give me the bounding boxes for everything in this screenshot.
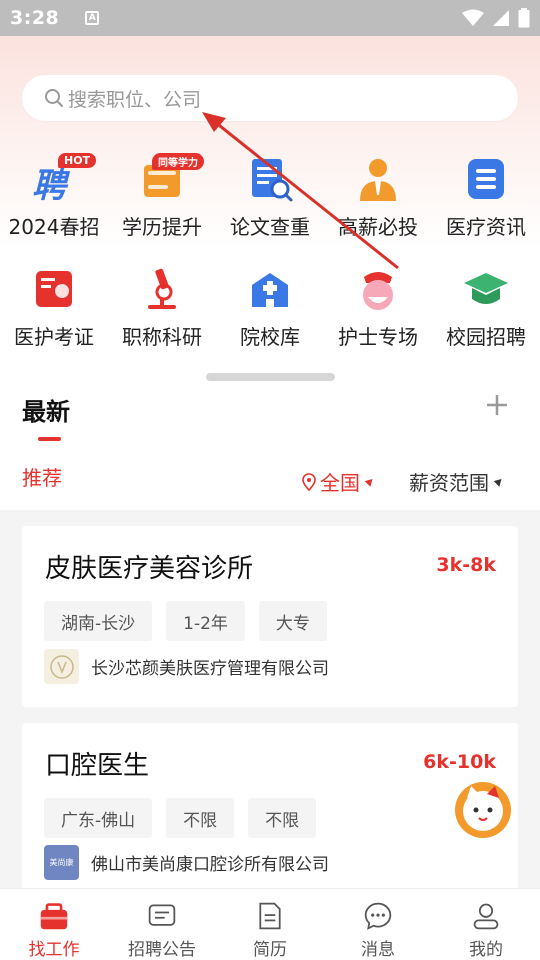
search-bar[interactable]: 搜索职位、公司 [22,75,518,121]
job-tag: 广东-佛山 [44,798,153,838]
svg-text:聘: 聘 [32,166,71,203]
job-tag: 不限 [248,798,317,838]
resume-icon [259,902,281,930]
grid-label: 医疗资讯 [446,215,526,239]
message-icon [364,902,392,930]
battery-icon [518,8,530,28]
nurse-icon [363,272,393,310]
nav-label: 消息 [361,940,395,960]
job-tag: 湖南-长沙 [44,601,153,641]
hot-badge: HOT [58,153,97,168]
company-row: 长沙芯颜美肤医疗管理有限公司 [44,649,329,684]
tab-latest[interactable]: 最新 [22,392,70,427]
grid-item-medical-news[interactable]: 医疗资讯 [432,155,540,240]
status-time: 3:28 [10,7,60,29]
grid-label: 校园招聘 [446,325,526,349]
quick-grid-row1: 聘 HOT 2024春招 同等学力 学历提升 论文查重 高薪必投 医疗资讯 [0,153,540,240]
filter-salary[interactable]: 薪资范围 [409,467,505,496]
nav-label: 我的 [469,940,503,960]
company-row: 美尚康 佛山市美尚康口腔诊所有限公司 [44,845,329,880]
grid-item-paper-check[interactable]: 论文查重 [216,155,324,240]
company-name: 佛山市美尚康口腔诊所有限公司 [91,855,329,875]
company-logo-icon [49,654,74,679]
high-salary-person-icon [360,159,396,201]
nav-messages[interactable]: 消息 [324,889,432,960]
grid-label: 2024春招 [8,215,100,239]
nav-label: 简历 [253,940,287,960]
nav-profile[interactable]: 我的 [432,889,540,960]
briefcase-icon [40,903,68,930]
grid-label: 职称科研 [122,325,202,349]
tab-underline [38,437,61,441]
grid-label: 学历提升 [122,215,202,239]
job-salary: 3k-8k [436,554,496,576]
graduation-cap-icon [464,273,508,304]
grid-label: 院校库 [240,325,300,349]
dropdown-triangle-icon [493,476,505,487]
certificate-icon [36,271,72,307]
medical-news-icon [468,159,504,199]
grid-item-high-salary[interactable]: 高薪必投 [324,155,432,240]
job-title: 口腔医生 [45,751,150,781]
quick-grid-row2: 医护考证 职称科研 院校库 护士专场 校园招聘 [0,265,540,350]
grid-item-hospital[interactable]: 院校库 [216,265,324,350]
region-label: 全国 [320,471,360,495]
hospital-icon [252,273,288,307]
job-tag: 不限 [166,798,235,838]
cellular-icon [493,10,509,26]
job-tags: 广东-佛山 不限 不限 [44,798,317,838]
status-right [462,8,530,28]
job-card[interactable]: 口腔医生 6k-10k 广东-佛山 不限 不限 美尚康 佛山市美尚康口腔诊所有限… [22,723,518,903]
location-icon [302,472,316,491]
nav-label: 招聘公告 [128,940,196,960]
job-card[interactable]: 皮肤医疗美容诊所 3k-8k 湖南-长沙 1-2年 大专 长沙芯颜美肤医疗管理有… [22,526,518,707]
company-logo [44,649,79,684]
company-logo: 美尚康 [44,845,79,880]
company-name: 长沙芯颜美肤医疗管理有限公司 [91,659,329,679]
search-placeholder: 搜索职位、公司 [68,88,202,111]
grid-label: 护士专场 [338,325,418,349]
grid-label: 高薪必投 [338,215,418,239]
filter-recommend[interactable]: 推荐 [22,462,62,491]
announcement-icon [148,904,176,926]
equal-degree-badge: 同等学力 [152,153,204,170]
a-notification-icon: A [85,11,100,25]
nav-resume[interactable]: 简历 [216,889,324,960]
nav-label: 找工作 [28,940,80,960]
job-tags: 湖南-长沙 1-2年 大专 [44,601,327,641]
dropdown-triangle-icon [364,476,376,487]
grid-item-spring-recruit[interactable]: 聘 HOT 2024春招 [0,153,108,240]
nav-find-job[interactable]: 找工作 [0,889,108,960]
grid-label: 医护考证 [14,325,94,349]
grid-item-certificate[interactable]: 医护考证 [0,265,108,350]
salary-label: 薪资范围 [409,471,489,495]
job-title: 皮肤医疗美容诊所 [45,554,254,584]
mascot-assistant-icon[interactable] [453,780,513,840]
wifi-icon [462,9,484,26]
grid-label: 论文查重 [230,215,310,239]
microscope-icon [148,268,176,309]
plus-icon[interactable] [485,393,509,417]
grid-item-nurse[interactable]: 护士专场 [324,265,432,350]
job-tag: 大专 [258,601,327,641]
profile-icon [473,903,499,930]
nav-announcement[interactable]: 招聘公告 [108,889,216,960]
search-icon [45,89,63,107]
job-tag: 1-2年 [166,601,245,641]
filter-region[interactable]: 全国 [302,467,376,496]
bottom-nav: 找工作 招聘公告 简历 消息 我的 [0,888,540,960]
pager-handle[interactable] [206,373,335,381]
grid-item-education[interactable]: 同等学力 学历提升 [108,153,216,240]
status-bar: 3:28 A [0,0,540,36]
grid-item-campus[interactable]: 校园招聘 [432,265,540,350]
grid-item-research[interactable]: 职称科研 [108,265,216,350]
paper-check-icon [252,159,293,202]
job-salary: 6k-10k [423,751,496,773]
